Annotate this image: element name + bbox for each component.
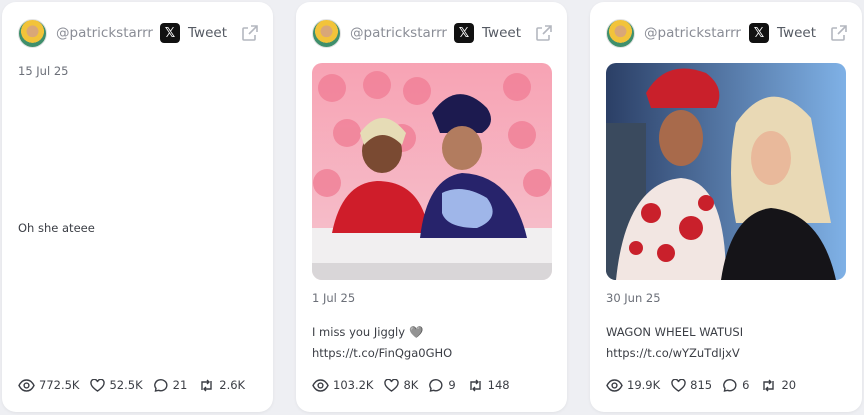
eye-icon: [18, 378, 35, 392]
tweet-text: I miss you Jiggly 🩶 https://t.co/FinQga0G…: [312, 322, 551, 364]
views-stat: 103.2K: [312, 378, 373, 392]
heart-icon: [90, 378, 106, 392]
x-logo-icon: 𝕏: [749, 23, 770, 43]
comment-icon: [153, 379, 168, 392]
x-logo-icon: 𝕏: [160, 23, 181, 43]
likes-stat[interactable]: 52.5K: [90, 378, 143, 392]
eye-icon: [606, 378, 623, 392]
tweet-label: Tweet: [777, 25, 816, 41]
comment-icon: [723, 379, 737, 392]
likes-stat[interactable]: 815: [671, 378, 712, 392]
eye-icon: [312, 378, 329, 392]
tweet-label: Tweet: [188, 25, 227, 41]
tweet-image[interactable]: [606, 63, 846, 280]
tweet-card[interactable]: @patrickstarrr 𝕏 Tweet 15 Jul 25 Oh she …: [2, 2, 273, 412]
retweets-stat[interactable]: 20: [760, 378, 796, 392]
user-handle[interactable]: @patrickstarrr: [56, 25, 160, 41]
tweet-text: Oh she ateee: [18, 221, 95, 235]
tweet-header: @patrickstarrr 𝕏 Tweet: [606, 17, 848, 49]
views-stat: 19.9K: [606, 378, 660, 392]
tweet-header: @patrickstarrr 𝕏 Tweet: [18, 17, 259, 49]
likes-count: 52.5K: [109, 378, 143, 392]
retweets-stat[interactable]: 148: [467, 378, 510, 392]
external-link-icon[interactable]: [241, 24, 259, 42]
tweet-image[interactable]: [312, 63, 552, 280]
retweets-count: 148: [487, 378, 510, 392]
retweets-stat[interactable]: 2.6K: [198, 378, 245, 392]
likes-count: 8K: [403, 378, 419, 392]
user-handle[interactable]: @patrickstarrr: [644, 25, 749, 41]
retweet-icon: [201, 379, 212, 391]
external-link-icon[interactable]: [830, 24, 848, 42]
retweet-icon: [763, 379, 775, 391]
avatar[interactable]: [312, 18, 341, 48]
tweet-header: @patrickstarrr 𝕏 Tweet: [312, 17, 553, 49]
replies-count: 21: [172, 378, 188, 392]
user-handle[interactable]: @patrickstarrr: [350, 25, 454, 41]
heart-icon: [671, 378, 686, 392]
views-count: 772.5K: [39, 378, 80, 392]
heart-icon: [384, 378, 400, 392]
tweet-label: Tweet: [482, 25, 521, 41]
replies-stat[interactable]: 6: [723, 378, 749, 392]
avatar[interactable]: [606, 18, 635, 48]
replies-count: 6: [742, 378, 750, 392]
tweet-date: 1 Jul 25: [312, 291, 356, 305]
retweets-count: 2.6K: [219, 378, 246, 392]
tweet-stats: 103.2K 8K 9 148: [312, 375, 557, 395]
tweet-link[interactable]: https://t.co/FinQga0GHO: [312, 343, 551, 364]
x-logo-icon: 𝕏: [454, 23, 475, 43]
tweet-date: 15 Jul 25: [18, 64, 69, 78]
heart-emoji: 🩶: [409, 325, 424, 339]
likes-stat[interactable]: 8K: [384, 378, 418, 392]
external-link-icon[interactable]: [535, 24, 553, 42]
tweet-text: WAGON WHEEL WATUSI https://t.co/wYZuTdIj…: [606, 322, 846, 364]
tweet-link[interactable]: https://t.co/wYZuTdIjxV: [606, 343, 846, 364]
tweet-text-line: I miss you Jiggly: [312, 325, 406, 339]
views-count: 103.2K: [333, 378, 374, 392]
tweet-stats: 19.9K 815 6 20: [606, 375, 852, 395]
comment-icon: [429, 379, 443, 392]
tweet-text-line: WAGON WHEEL WATUSI: [606, 325, 744, 339]
replies-count: 9: [448, 378, 456, 392]
tweet-stats: 772.5K 52.5K 21 2.6K: [18, 375, 263, 395]
tweet-date: 30 Jun 25: [606, 291, 661, 305]
retweet-icon: [469, 379, 481, 391]
views-stat: 772.5K: [18, 378, 79, 392]
tweet-card[interactable]: @patrickstarrr 𝕏 Tweet: [296, 2, 567, 412]
replies-stat[interactable]: 21: [153, 378, 188, 392]
views-count: 19.9K: [627, 378, 661, 392]
replies-stat[interactable]: 9: [429, 378, 456, 392]
avatar[interactable]: [18, 18, 47, 48]
retweets-count: 20: [781, 378, 797, 392]
likes-count: 815: [690, 378, 713, 392]
tweet-card[interactable]: @patrickstarrr 𝕏 Tweet: [590, 2, 862, 412]
